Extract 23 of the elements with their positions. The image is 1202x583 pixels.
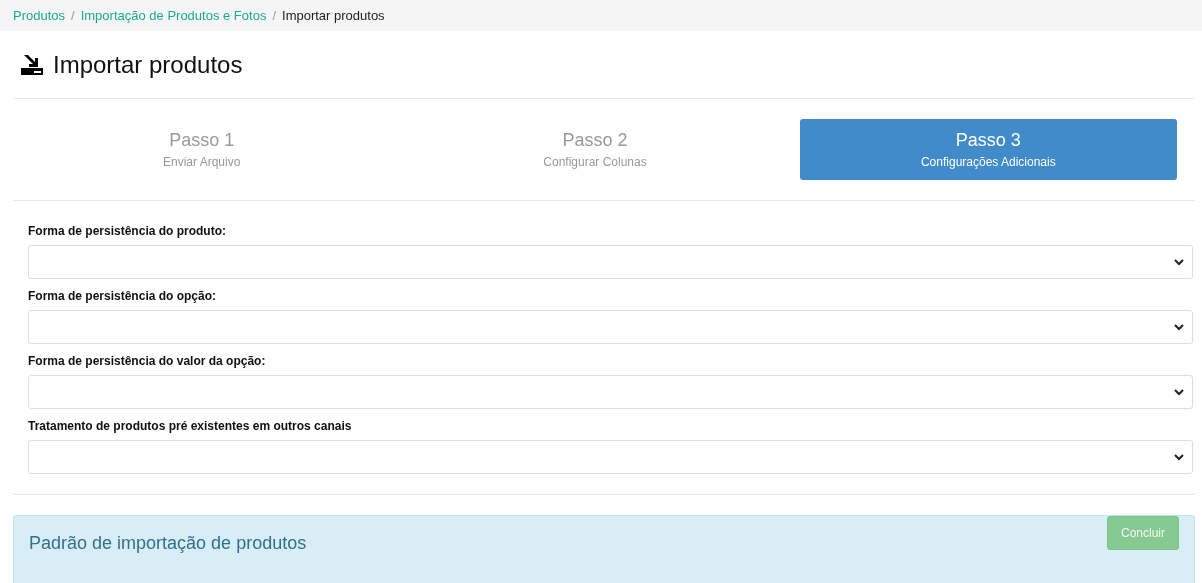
- page-title: Importar produtos: [53, 50, 243, 79]
- select-field[interactable]: [28, 245, 1193, 279]
- chevron-down-icon: [1174, 389, 1184, 396]
- field-label: Forma de persistência do produto:: [28, 224, 228, 238]
- field-label: Tratamento de produtos pré existentes em outros canais: [28, 419, 353, 433]
- breadcrumb-link[interactable]: Importação de Produtos e Fotos: [80, 8, 267, 23]
- step-tab[interactable]: Passo 1 Enviar Arquivo: [13, 119, 391, 180]
- step-tab[interactable]: Passo 3 Configurações Adicionais: [799, 119, 1177, 180]
- field-label: Forma de persistência do valor da opção:: [28, 354, 267, 368]
- select-field[interactable]: [28, 310, 1193, 344]
- import-icon: [21, 53, 43, 76]
- chevron-down-icon: [1174, 259, 1184, 266]
- breadcrumb-link[interactable]: Produtos: [13, 8, 66, 23]
- breadcrumb-separator: /: [71, 8, 75, 23]
- field-label: Forma de persistência do opção:: [28, 289, 218, 303]
- breadcrumb-separator: /: [272, 8, 276, 23]
- panel-title: Padrão de importação de produtos: [29, 532, 307, 554]
- step-tab[interactable]: Passo 2 Configurar Colunas: [406, 119, 784, 180]
- select-field[interactable]: [28, 440, 1193, 474]
- select-field[interactable]: [28, 375, 1193, 409]
- chevron-down-icon: [1174, 454, 1184, 461]
- breadcrumb-current[interactable]: Importar produtos: [282, 8, 385, 23]
- chevron-down-icon: [1174, 324, 1184, 331]
